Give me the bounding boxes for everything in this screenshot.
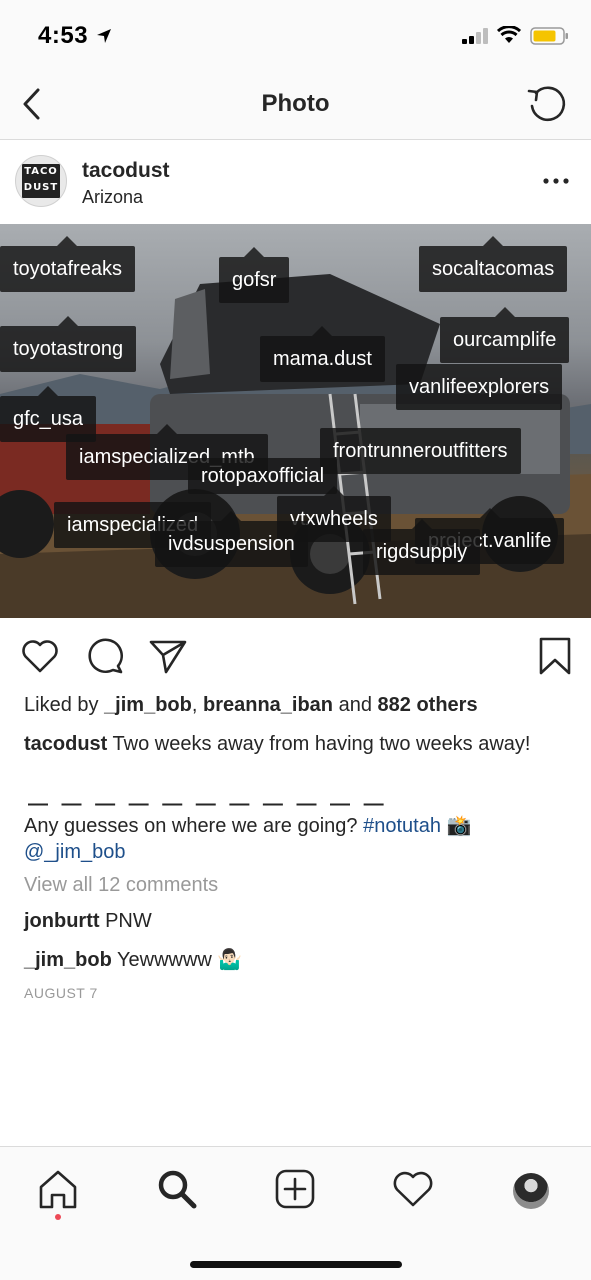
shrug-emoji: 🤷🏻‍♂️ xyxy=(217,949,243,971)
location-arrow-icon xyxy=(97,29,111,43)
comment-item: _jim_bob Yewwwww 🤷🏻‍♂️ xyxy=(24,947,242,972)
photo-tag[interactable]: vanlifeexplorers xyxy=(396,364,563,410)
post-header: TACO DUST tacodust Arizona xyxy=(0,141,591,224)
tab-bar xyxy=(0,1146,591,1280)
heart-icon[interactable] xyxy=(20,636,60,676)
photo-tag[interactable]: frontrunneroutfitters xyxy=(320,428,521,474)
likes-separator: , xyxy=(191,694,203,716)
battery-icon xyxy=(530,27,568,45)
photo-tag[interactable]: socaltacomas xyxy=(419,236,568,292)
likes-others-count[interactable]: 882 others xyxy=(378,694,478,716)
caption-question: Any guesses on where we are going? #notu… xyxy=(24,813,569,865)
avatar[interactable]: TACO DUST xyxy=(15,155,67,207)
post-username[interactable]: tacodust xyxy=(82,159,170,183)
comment-text: Yewwwww xyxy=(111,949,218,971)
comment-text: PNW xyxy=(99,910,152,932)
photo-tag[interactable]: rotopaxofficial xyxy=(188,458,338,494)
add-post-icon[interactable] xyxy=(273,1167,317,1211)
more-dots-icon[interactable] xyxy=(540,169,572,193)
liker-username[interactable]: _jim_bob xyxy=(104,694,192,716)
photo-tag[interactable]: rigdsupply xyxy=(363,519,481,575)
photo-tag[interactable]: mama.dust xyxy=(260,326,385,382)
photo-tag[interactable]: toyotafreaks xyxy=(0,236,135,292)
photo-tag[interactable]: gofsr xyxy=(219,247,290,303)
likes-and: and xyxy=(333,694,378,716)
post-date: AUGUST 7 xyxy=(24,985,98,1001)
search-icon[interactable] xyxy=(155,1167,199,1211)
notification-dot xyxy=(55,1214,61,1220)
photo-tag[interactable]: ourcamplife xyxy=(440,307,570,363)
status-time: 4:53 xyxy=(38,22,89,49)
wifi-icon xyxy=(497,26,521,43)
status-bar: 4:53 xyxy=(0,0,591,70)
caption-username[interactable]: tacodust xyxy=(24,733,107,755)
hashtag-link[interactable]: #notutah xyxy=(363,815,441,837)
signal-icon xyxy=(462,28,488,44)
profile-avatar[interactable] xyxy=(513,1173,549,1209)
photo-tag[interactable]: toyotastrong xyxy=(0,316,137,372)
share-icon[interactable] xyxy=(148,636,188,676)
view-all-comments-link[interactable]: View all 12 comments xyxy=(24,874,218,897)
likes-prefix: Liked by xyxy=(24,694,105,716)
comment-item: jonburtt PNW xyxy=(24,910,152,933)
comment-username[interactable]: _jim_bob xyxy=(24,949,112,971)
post-actions xyxy=(0,618,591,692)
post-location[interactable]: Arizona xyxy=(82,187,143,208)
post-caption: tacodust Two weeks away from having two … xyxy=(24,731,569,757)
comment-icon[interactable] xyxy=(85,636,125,676)
photo-tag[interactable]: ivdsuspension xyxy=(155,511,308,567)
question-text: Any guesses on where we are going? xyxy=(24,815,364,837)
navigation-bar: Photo xyxy=(0,70,591,140)
liker-username[interactable]: breanna_iban xyxy=(203,694,333,716)
activity-heart-icon[interactable] xyxy=(391,1167,435,1211)
post-photo[interactable]: toyotafreaks gofsr socaltacomas toyotast… xyxy=(0,224,591,618)
camera-emoji: 📸 xyxy=(446,815,472,837)
refresh-icon[interactable] xyxy=(524,84,568,124)
mention-link[interactable]: @_jim_bob xyxy=(24,841,125,863)
home-indicator xyxy=(190,1261,402,1268)
caption-text: Two weeks away from having two weeks awa… xyxy=(107,733,531,755)
avatar-logo: TACO DUST xyxy=(22,164,60,198)
likes-summary[interactable]: Liked by _jim_bob, breanna_iban and 882 … xyxy=(24,694,478,717)
page-title: Photo xyxy=(261,90,330,117)
comment-username[interactable]: jonburtt xyxy=(24,910,100,932)
home-icon[interactable] xyxy=(36,1167,80,1211)
bookmark-icon[interactable] xyxy=(535,636,575,676)
